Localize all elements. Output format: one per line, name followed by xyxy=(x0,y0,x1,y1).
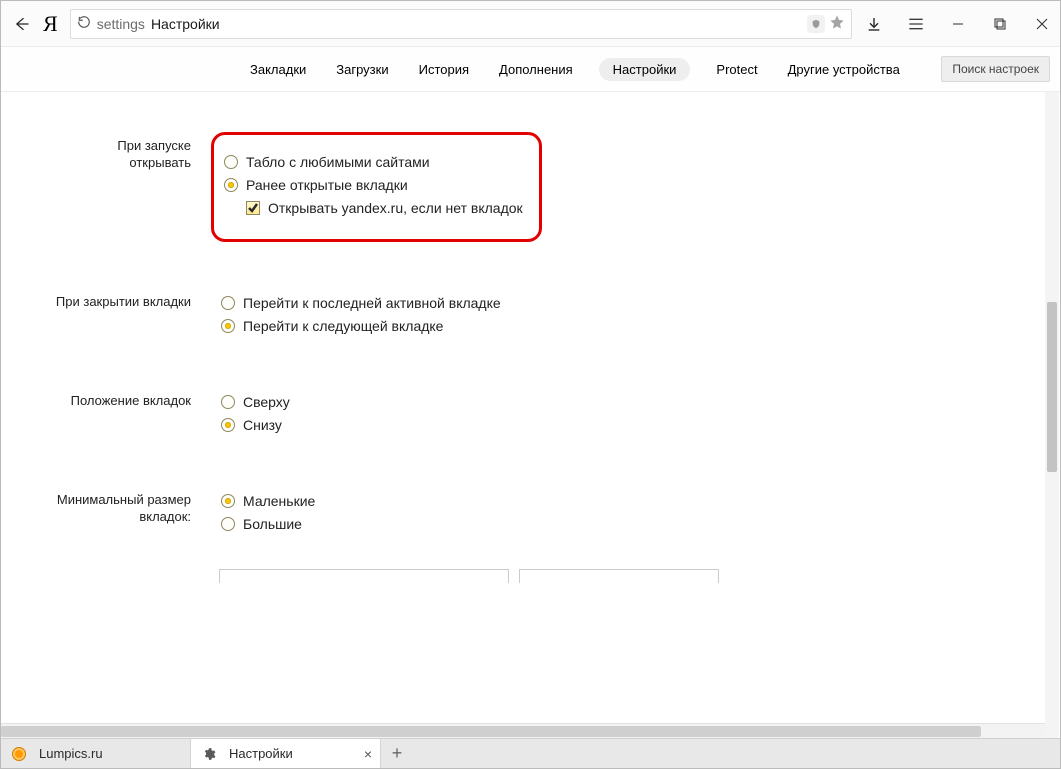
scrollbar-thumb[interactable] xyxy=(1047,302,1057,472)
lumpics-icon xyxy=(11,746,27,762)
radio-icon xyxy=(221,319,235,333)
radio-close-next[interactable]: Перейти к следующей вкладке xyxy=(221,318,1000,334)
checkbox-open-yandex[interactable]: Открывать yandex.ru, если нет вкладок xyxy=(246,200,523,216)
radio-size-small[interactable]: Маленькие xyxy=(221,493,1000,509)
address-title: Настройки xyxy=(151,16,220,32)
section-partial xyxy=(1,569,1060,583)
bookmark-star-icon[interactable] xyxy=(829,14,845,33)
vertical-scrollbar[interactable] xyxy=(1045,92,1059,738)
subnav-protect[interactable]: Protect xyxy=(712,58,761,81)
section-onclose: При закрытии вкладки Перейти к последней… xyxy=(1,288,1060,341)
highlighted-group: Табло с любимыми сайтами Ранее открытые … xyxy=(211,132,542,242)
subnav-downloads[interactable]: Загрузки xyxy=(332,58,392,81)
radio-icon xyxy=(221,395,235,409)
settings-subnav: Закладки Загрузки История Дополнения Нас… xyxy=(1,47,1060,91)
window-minimize-button[interactable] xyxy=(946,12,970,36)
window-maximize-button[interactable] xyxy=(988,12,1012,36)
subnav-extensions[interactable]: Дополнения xyxy=(495,58,577,81)
radio-pos-bottom[interactable]: Снизу xyxy=(221,417,1000,433)
radio-icon xyxy=(221,517,235,531)
yandex-logo[interactable]: Я xyxy=(43,11,58,37)
radio-icon xyxy=(221,296,235,310)
section-startup: При запуске открывать Табло с любимыми с… xyxy=(1,132,1060,242)
gear-icon xyxy=(201,746,217,762)
radio-pos-top[interactable]: Сверху xyxy=(221,394,1000,410)
tab-strip: Lumpics.ru Настройки × + xyxy=(1,738,1060,768)
radio-close-last-active[interactable]: Перейти к последней активной вкладке xyxy=(221,295,1000,311)
downloads-icon[interactable] xyxy=(862,12,886,36)
new-tab-button[interactable]: + xyxy=(381,739,413,768)
checkbox-icon xyxy=(246,201,260,215)
subnav-bookmarks[interactable]: Закладки xyxy=(246,58,310,81)
horizontal-scrollbar[interactable] xyxy=(1,723,1046,738)
address-bar[interactable]: settings Настройки xyxy=(70,9,852,39)
menu-icon[interactable] xyxy=(904,12,928,36)
tab-close-icon[interactable]: × xyxy=(364,747,372,761)
protect-icon[interactable] xyxy=(807,15,825,33)
reload-icon[interactable] xyxy=(77,15,91,32)
section-label: Положение вкладок xyxy=(1,387,221,440)
radio-icon xyxy=(224,155,238,169)
tab-settings[interactable]: Настройки × xyxy=(191,739,381,768)
window-close-button[interactable] xyxy=(1030,12,1054,36)
section-label: При запуске открывать xyxy=(1,132,221,242)
section-label: Минимальный размер вкладок: xyxy=(1,486,221,539)
settings-content: При запуске открывать Табло с любимыми с… xyxy=(1,91,1060,738)
browser-window: Я settings Настройки xyxy=(0,0,1061,769)
section-label: При закрытии вкладки xyxy=(1,288,221,341)
radio-startup-previous[interactable]: Ранее открытые вкладки xyxy=(224,177,523,193)
radio-size-big[interactable]: Большие xyxy=(221,516,1000,532)
radio-startup-tablo[interactable]: Табло с любимыми сайтами xyxy=(224,154,523,170)
subnav-devices[interactable]: Другие устройства xyxy=(784,58,904,81)
radio-icon xyxy=(221,418,235,432)
settings-search-input[interactable]: Поиск настроек xyxy=(941,56,1050,82)
section-minsize: Минимальный размер вкладок: Маленькие Бо… xyxy=(1,486,1060,539)
tab-title: Lumpics.ru xyxy=(39,746,103,761)
radio-icon xyxy=(224,178,238,192)
subnav-history[interactable]: История xyxy=(415,58,473,81)
back-button[interactable] xyxy=(9,12,33,36)
scrollbar-thumb[interactable] xyxy=(1,726,981,737)
address-prefix: settings xyxy=(97,16,145,32)
toolbar: Я settings Настройки xyxy=(1,1,1060,47)
tab-title: Настройки xyxy=(229,746,293,761)
input-placeholder[interactable] xyxy=(219,569,509,583)
section-position: Положение вкладок Сверху Снизу xyxy=(1,387,1060,440)
input-placeholder[interactable] xyxy=(519,569,719,583)
tab-lumpics[interactable]: Lumpics.ru xyxy=(1,739,191,768)
radio-icon xyxy=(221,494,235,508)
subnav-settings[interactable]: Настройки xyxy=(599,58,691,81)
